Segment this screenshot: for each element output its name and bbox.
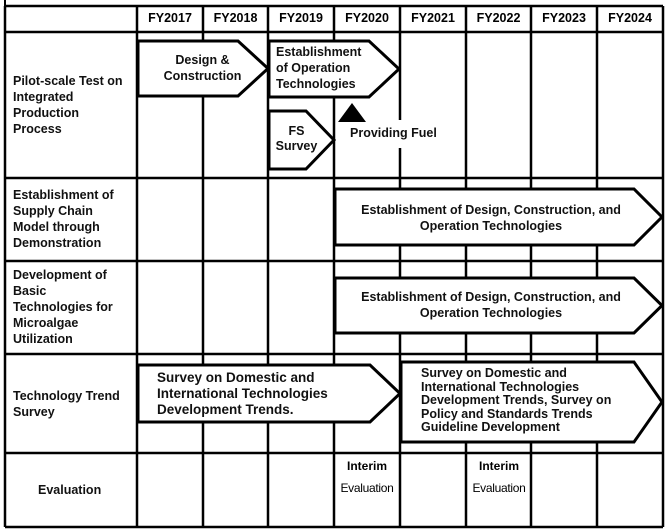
row-label-basic-technologies: Development of Basic Technologies for Mi… <box>13 267 113 347</box>
arrow-line: Operation Technologies <box>419 219 563 233</box>
arrow-line: of Operation <box>276 61 351 75</box>
arrow-line: International Technologies <box>421 379 580 394</box>
eval-line: Evaluation <box>472 481 526 495</box>
arrow-line: Construction <box>163 69 242 83</box>
arrow-label-design-construction: Design & Construction <box>150 52 255 84</box>
arrow-line: Design & <box>175 53 230 67</box>
arrow-label-supply-chain: Establishment of Design, Construction, a… <box>336 202 646 234</box>
arrow-line: Technologies <box>276 77 356 91</box>
arrow-line: Development Trends. <box>157 402 294 417</box>
arrow-line: Survey on Domestic and <box>157 370 315 385</box>
year-header-fy2021: FY2021 <box>411 11 455 25</box>
milestone-triangle-icon <box>338 103 366 122</box>
year-header-fy2020: FY2020 <box>345 11 389 25</box>
arrow-line: Development Trends, Survey on <box>421 393 612 407</box>
year-header-fy2023: FY2023 <box>542 11 586 25</box>
roadmap-diagram: FY2017 FY2018 FY2019 FY2020 FY2021 FY2022 FY20… <box>0 0 669 532</box>
arrow-line: Establishment of Design, Construction, a… <box>361 203 621 217</box>
eval-line: Evaluation <box>340 481 394 495</box>
year-header-fy2018: FY2018 <box>213 11 258 25</box>
eval-line: Interim <box>478 459 519 473</box>
row-label-line: Development of <box>13 268 107 282</box>
row-label-line: Supply Chain <box>13 204 93 218</box>
row-label-line: Production <box>13 106 79 120</box>
year-header-fy2019: FY2019 <box>279 11 323 25</box>
year-header-fy2017: FY2017 <box>148 11 192 25</box>
row-label-line: Establishment of <box>13 188 114 202</box>
arrow-line: Establishment <box>276 45 362 59</box>
arrow-label-trend-survey-early: Survey on Domestic and International Tec… <box>157 370 367 418</box>
row-label-line: Technology Trend <box>13 389 120 403</box>
row-label-evaluation: Evaluation <box>38 482 101 498</box>
row-label-supply-chain: Establishment of Supply Chain Model thro… <box>13 187 114 251</box>
row-label-line: Model through <box>13 220 100 234</box>
arrow-line: Policy and Standards Trends <box>421 406 593 421</box>
arrow-label-fs-survey: FS Survey <box>269 124 324 154</box>
arrow-label-operation-technologies: Establishment of Operation Technologies <box>276 44 386 92</box>
arrow-line: Operation Technologies <box>419 306 563 320</box>
arrow-label-trend-survey-late: Survey on Domestic and International Tec… <box>421 366 651 435</box>
row-label-technology-trend: Technology Trend Survey <box>13 388 120 420</box>
row-label-line: Pilot-scale Test on <box>13 74 123 88</box>
arrow-line: FS <box>288 124 305 138</box>
row-label-line: Microalgae <box>13 316 79 330</box>
arrow-line: Survey <box>275 139 318 153</box>
arrow-line: International Technologies <box>157 386 328 401</box>
year-header-fy2022: FY2022 <box>476 11 521 25</box>
arrow-line: Survey on Domestic and <box>421 366 567 380</box>
interim-evaluation-fy2022: Interim Evaluation <box>466 459 532 495</box>
row-label-line: Process <box>13 122 62 136</box>
row-label-line: Utilization <box>13 332 73 346</box>
row-label-line: Evaluation <box>38 483 102 497</box>
arrow-line: Establishment of Design, Construction, a… <box>361 290 621 304</box>
arrow-label-basic-technologies: Establishment of Design, Construction, a… <box>336 289 646 321</box>
row-label-line: Integrated <box>13 90 74 104</box>
row-label-line: Technologies for <box>13 300 113 314</box>
interim-evaluation-fy2020: Interim Evaluation <box>334 459 400 495</box>
arrow-line: Guideline Development <box>421 420 560 434</box>
eval-line: Interim <box>346 459 387 473</box>
row-label-line: Survey <box>13 405 55 419</box>
row-label-line: Basic <box>13 284 47 298</box>
row-label-pilot-scale: Pilot-scale Test on Integrated Productio… <box>13 73 123 137</box>
year-header-fy2024: FY2024 <box>608 11 652 25</box>
row-label-line: Demonstration <box>13 236 102 250</box>
milestone-label-providing-fuel: Providing Fuel <box>350 126 437 140</box>
